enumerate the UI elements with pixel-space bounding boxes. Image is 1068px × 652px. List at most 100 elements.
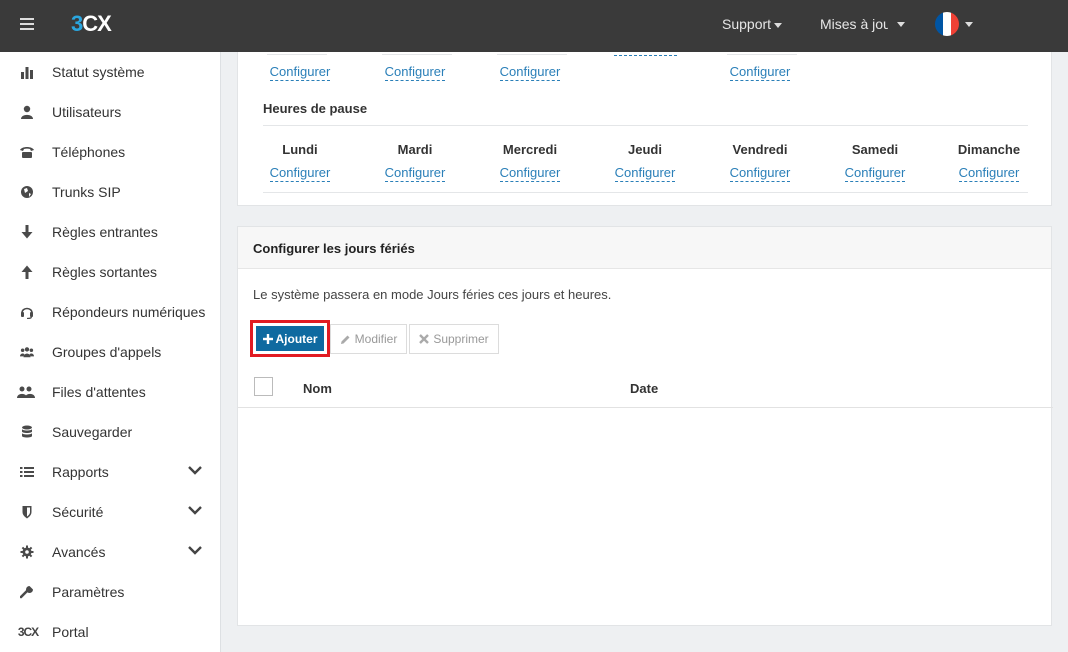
caret-down-icon[interactable] — [897, 22, 905, 27]
select-all-checkbox[interactable] — [254, 377, 273, 396]
sidebar-item-inbound-rules[interactable]: Règles entrantes — [0, 212, 220, 252]
divider — [382, 54, 452, 55]
break-hours-heading: Heures de pause — [263, 101, 368, 116]
configure-link[interactable]: Configurer — [384, 64, 446, 81]
configure-link[interactable]: Configurer — [269, 64, 331, 81]
support-menu[interactable]: Support — [722, 16, 783, 32]
office-hours-card: Configurer Configurer Configurer Configu… — [237, 52, 1052, 206]
caret-down-icon[interactable] — [965, 22, 973, 27]
sidebar-item-label: Avancés — [52, 544, 106, 560]
add-button[interactable]: Ajouter — [256, 326, 324, 351]
sidebar-item-call-queues[interactable]: Files d'attentes — [0, 372, 220, 412]
sidebar-item-outbound-rules[interactable]: Règles sortantes — [0, 252, 220, 292]
configure-link[interactable]: Configurer — [729, 165, 791, 182]
column-header-date[interactable]: Date — [630, 381, 658, 396]
pencil-icon — [340, 335, 350, 344]
day-label: Dimanche — [957, 142, 1021, 157]
sidebar-item-label: Utilisateurs — [52, 104, 122, 120]
edit-button-label: Modifier — [354, 332, 398, 346]
3cx-logo-icon: 3CX — [17, 625, 39, 639]
sidebar-item-label: Répondeurs numériques — [52, 304, 206, 320]
language-flag-icon[interactable] — [935, 12, 959, 36]
day-col-wednesday: Mercredi Configurer — [480, 142, 580, 182]
sidebar-item-label: Téléphones — [52, 144, 126, 160]
menu-icon[interactable] — [20, 18, 34, 30]
sidebar-item-label: Paramètres — [52, 584, 125, 600]
wrench-icon — [20, 586, 33, 599]
app-logo[interactable]: 3CX — [71, 11, 112, 37]
sidebar-item-label: Sécurité — [52, 504, 104, 520]
sidebar-item-label: Files d'attentes — [52, 384, 146, 400]
top-bar: 3CX Support Mises à jour — [0, 0, 1068, 52]
group-icon — [20, 347, 34, 358]
sidebar-item-security[interactable]: Sécurité — [0, 492, 220, 532]
holidays-description: Le système passera en mode Jours féries … — [253, 287, 612, 302]
sidebar-item-settings[interactable]: Paramètres — [0, 572, 220, 612]
configure-link[interactable]: Configurer — [499, 165, 561, 182]
day-col-friday: Vendredi Configurer — [710, 142, 810, 182]
sidebar-item-portal[interactable]: 3CX Portal — [0, 612, 220, 652]
chevron-down-icon[interactable] — [188, 543, 202, 557]
configure-link[interactable]: Configurer — [958, 165, 1020, 182]
day-label: Mercredi — [502, 142, 558, 157]
shield-icon — [22, 506, 32, 519]
configure-link[interactable]: Configurer — [499, 64, 561, 81]
sidebar-item-backup[interactable]: Sauvegarder — [0, 412, 220, 452]
delete-button[interactable]: Supprimer — [409, 324, 499, 354]
holidays-table-header: Nom Date — [238, 367, 1053, 408]
sidebar-item-digital-receptionists[interactable]: Répondeurs numériques — [0, 292, 220, 332]
day-col-tuesday: Mardi Configurer — [365, 142, 465, 182]
caret-down-icon — [774, 22, 783, 28]
configure-link[interactable]: Configurer — [844, 165, 906, 182]
column-header-name[interactable]: Nom — [303, 381, 332, 396]
divider — [263, 192, 1028, 193]
sidebar-item-users[interactable]: Utilisateurs — [0, 92, 220, 132]
sidebar-item-label: Règles entrantes — [52, 224, 158, 240]
updates-menu[interactable]: Mises à jour — [820, 16, 888, 32]
database-icon — [22, 425, 32, 438]
configure-link[interactable]: Configurer — [269, 165, 331, 182]
divider — [267, 54, 327, 55]
day-col-thursday: Jeudi Configurer — [595, 142, 695, 182]
divider — [497, 54, 567, 55]
top-config-col-tuesday: Configurer — [365, 64, 465, 81]
top-config-col-monday: Configurer — [250, 64, 350, 81]
divider — [727, 54, 797, 55]
headset-icon — [21, 307, 33, 319]
configure-link[interactable]: Configurer — [729, 64, 791, 81]
phone-icon — [20, 147, 34, 158]
sidebar-item-advanced[interactable]: Avancés — [0, 532, 220, 572]
sidebar-item-reports[interactable]: Rapports — [0, 452, 220, 492]
sidebar-item-label: Portal — [52, 624, 89, 640]
gear-icon — [20, 545, 34, 559]
chevron-down-icon[interactable] — [188, 463, 202, 477]
sidebar-item-ring-groups[interactable]: Groupes d'appels — [0, 332, 220, 372]
day-label: Mardi — [397, 142, 433, 157]
arrow-down-icon — [21, 225, 33, 239]
sidebar-item-label: Groupes d'appels — [52, 344, 162, 360]
day-label: Jeudi — [628, 142, 662, 157]
holidays-card-title: Configurer les jours fériés — [238, 227, 1051, 269]
configure-link-partial[interactable] — [614, 52, 677, 56]
top-config-col-wednesday: Configurer — [480, 64, 580, 81]
configure-link[interactable]: Configurer — [384, 165, 446, 182]
logo-cx: CX — [82, 11, 112, 36]
holidays-card: Configurer les jours fériés Le système p… — [237, 226, 1053, 626]
top-config-col-friday: Configurer — [710, 64, 810, 81]
updates-label: Mises à jour — [820, 16, 888, 32]
configure-link[interactable]: Configurer — [614, 165, 676, 182]
chevron-down-icon[interactable] — [188, 503, 202, 517]
edit-button[interactable]: Modifier — [330, 324, 407, 354]
sidebar-item-system-status[interactable]: Statut système — [0, 52, 220, 92]
sidebar-item-label: Statut système — [52, 64, 145, 80]
sidebar-item-sip-trunks[interactable]: Trunks SIP — [0, 172, 220, 212]
sidebar-item-label: Sauvegarder — [52, 424, 133, 440]
sidebar-item-phones[interactable]: Téléphones — [0, 132, 220, 172]
day-col-monday: Lundi Configurer — [250, 142, 350, 182]
day-col-saturday: Samedi Configurer — [825, 142, 925, 182]
add-button-label: Ajouter — [275, 331, 318, 346]
day-col-sunday: Dimanche Configurer — [939, 142, 1039, 182]
day-label: Vendredi — [732, 142, 788, 157]
logo-3: 3 — [71, 11, 83, 36]
queue-icon — [17, 386, 35, 398]
